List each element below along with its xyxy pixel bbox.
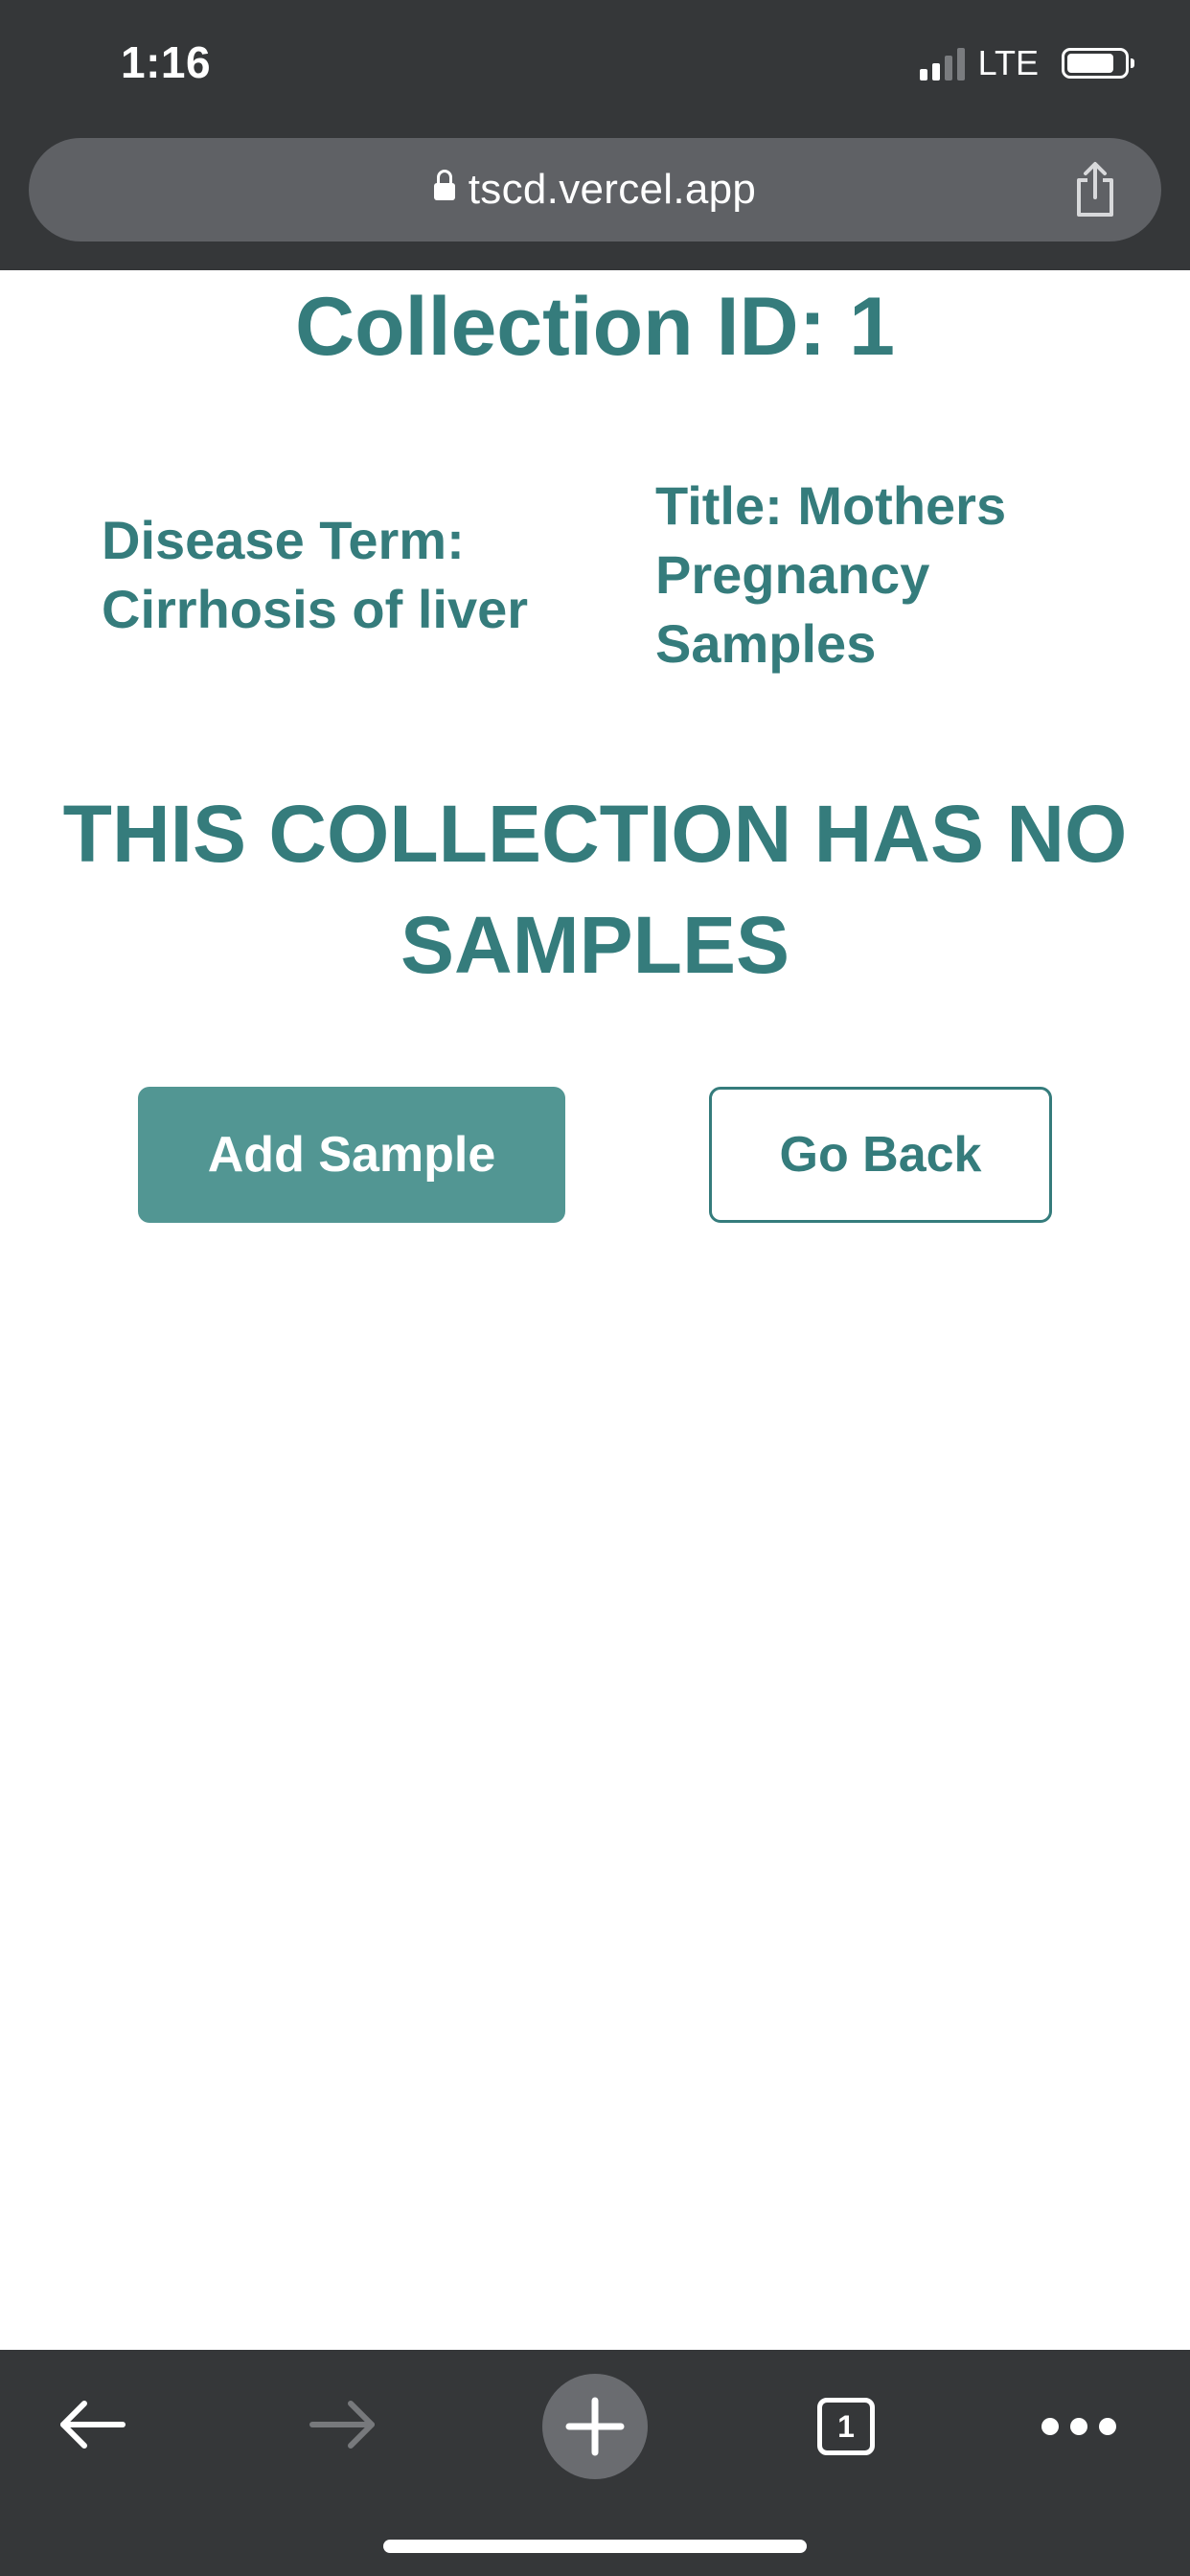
new-tab-button[interactable] bbox=[538, 2369, 652, 2484]
collection-title: Title: Mothers Pregnancy Samples bbox=[655, 472, 1154, 678]
network-type: LTE bbox=[977, 43, 1039, 82]
empty-message-line-2: SAMPLES bbox=[400, 900, 790, 990]
address-bar[interactable]: tscd.vercel.app bbox=[29, 138, 1161, 242]
disease-term: Disease Term: Cirrhosis of liver bbox=[102, 506, 600, 644]
signal-strength-icon bbox=[919, 46, 965, 80]
back-arrow-icon bbox=[54, 2396, 130, 2458]
browser-bottom-toolbar: 1 bbox=[0, 2350, 1190, 2576]
collection-title-line-1: Title: Mothers bbox=[655, 475, 1007, 536]
back-button[interactable] bbox=[34, 2369, 149, 2484]
add-sample-button[interactable]: Add Sample bbox=[138, 1087, 565, 1223]
disease-term-value: Cirrhosis of liver bbox=[102, 579, 529, 639]
disease-term-label: Disease Term: bbox=[102, 510, 465, 570]
status-time: 1:16 bbox=[121, 37, 212, 87]
more-menu-icon bbox=[1041, 2418, 1116, 2435]
collection-title-line-2: Pregnancy bbox=[655, 544, 930, 605]
tab-count: 1 bbox=[837, 2408, 855, 2444]
status-indicators: LTE bbox=[919, 43, 1134, 82]
screen: 1:16 LTE tscd.vercel.app Collection ID: … bbox=[0, 0, 1190, 2576]
battery-icon bbox=[1062, 48, 1134, 79]
new-tab-plus-icon bbox=[542, 2374, 648, 2479]
page-title: Collection ID: 1 bbox=[295, 281, 895, 373]
page-content: Collection ID: 1 Disease Term: Cirrhosis… bbox=[0, 270, 1190, 2350]
lock-icon bbox=[433, 170, 455, 206]
forward-button[interactable] bbox=[286, 2369, 400, 2484]
share-icon[interactable] bbox=[1071, 161, 1119, 218]
empty-message-line-1: THIS COLLECTION HAS NO bbox=[62, 789, 1128, 879]
tabs-icon: 1 bbox=[817, 2398, 875, 2455]
browser-top-chrome: 1:16 LTE tscd.vercel.app bbox=[0, 0, 1190, 270]
go-back-button[interactable]: Go Back bbox=[709, 1087, 1052, 1223]
empty-collection-message: THIS COLLECTION HAS NO SAMPLES bbox=[19, 778, 1171, 1000]
collection-title-line-3: Samples bbox=[655, 613, 877, 674]
home-indicator[interactable] bbox=[383, 2540, 807, 2553]
tabs-button[interactable]: 1 bbox=[789, 2369, 904, 2484]
forward-arrow-icon bbox=[305, 2396, 381, 2458]
more-menu-button[interactable] bbox=[1021, 2369, 1136, 2484]
url-text: tscd.vercel.app bbox=[468, 166, 757, 213]
